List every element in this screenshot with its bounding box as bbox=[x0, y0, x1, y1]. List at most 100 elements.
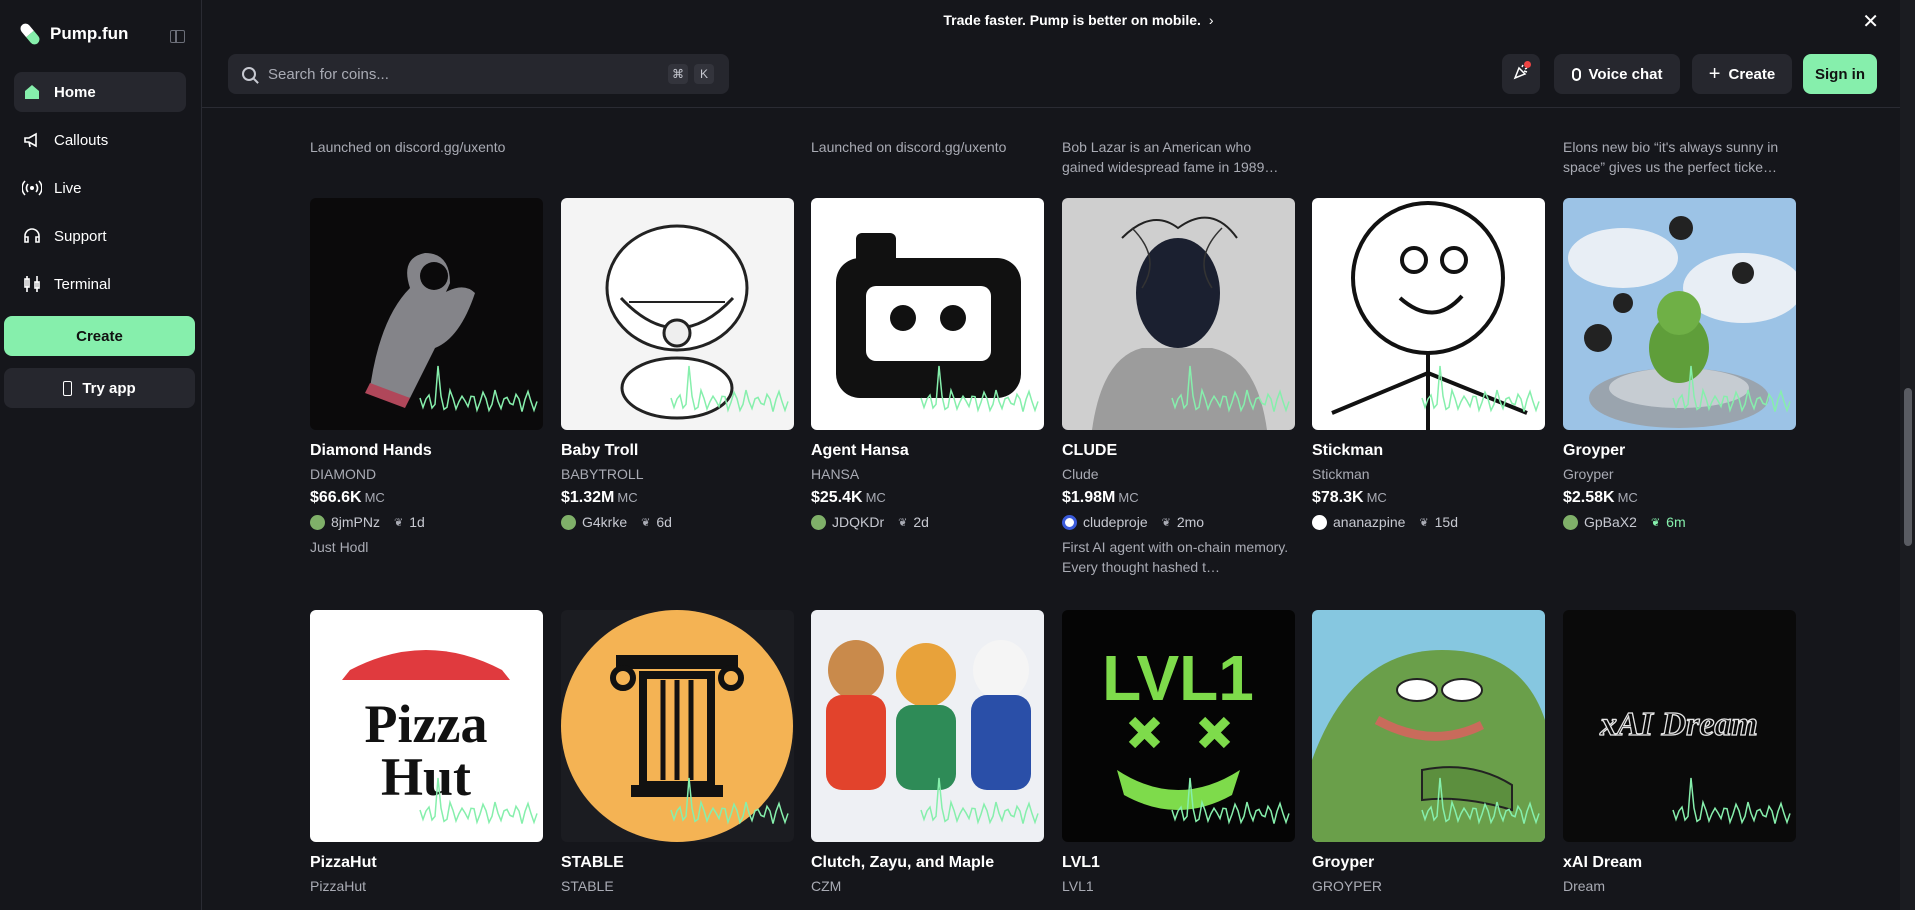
coin-card-diamond-hands[interactable]: Diamond Hands DIAMOND $66.6K MC 8jmPNz ❦ … bbox=[310, 198, 543, 557]
creator-name[interactable]: GpBaX2 bbox=[1584, 514, 1637, 530]
broadcast-icon bbox=[22, 178, 42, 198]
phone-icon bbox=[63, 380, 73, 396]
creator-name[interactable]: JDQKDr bbox=[832, 514, 884, 530]
coin-thumbnail bbox=[811, 610, 1044, 842]
sprout-icon: ❦ bbox=[898, 516, 908, 529]
market-cap-unit: MC bbox=[617, 490, 638, 505]
creator-name[interactable]: ananazpine bbox=[1333, 514, 1405, 530]
candles-icon bbox=[22, 274, 42, 294]
coin-description: Elons new bio “it's always sunny in spac… bbox=[1563, 139, 1779, 175]
sidebar-collapse-icon[interactable] bbox=[170, 30, 185, 43]
create-coin-button[interactable]: + Create bbox=[1692, 54, 1792, 94]
coin-age: 2d bbox=[913, 514, 929, 530]
coin-ticker: BABYTROLL bbox=[561, 466, 644, 482]
coin-card-baby-troll[interactable]: Baby Troll BABYTROLL $1.32M MC G4krke ❦ 6… bbox=[561, 198, 794, 537]
coin-ticker: Clude bbox=[1062, 466, 1099, 482]
sprout-icon: ❦ bbox=[394, 516, 404, 529]
k-key-hint: K bbox=[694, 64, 714, 84]
search-bar[interactable]: ⌘ K bbox=[228, 54, 729, 94]
market-cap: $1.98M MC bbox=[1062, 489, 1295, 507]
coin-name: LVL1 bbox=[1062, 854, 1100, 871]
creator-name[interactable]: cludeproje bbox=[1083, 514, 1148, 530]
coin-name: Agent Hansa bbox=[811, 442, 909, 459]
microphone-icon bbox=[1571, 67, 1581, 81]
mobile-banner[interactable]: Trade faster. Pump is better on mobile. … bbox=[202, 0, 1915, 40]
coin-ticker: GROYPER bbox=[1312, 878, 1383, 894]
sidebar-item-terminal[interactable]: Terminal bbox=[14, 264, 186, 304]
scroll-thumb[interactable] bbox=[1904, 388, 1912, 546]
coin-meta: G4krke ❦ 6d bbox=[561, 514, 794, 530]
market-cap: $66.6K MC bbox=[310, 489, 543, 507]
coin-name: Groyper bbox=[1563, 442, 1626, 459]
creator-name[interactable]: 8jmPNz bbox=[331, 514, 380, 530]
coin-card-stickman[interactable]: Stickman Stickman $78.3K MC ananazpine ❦ … bbox=[1312, 198, 1545, 537]
hut-logo-text: Hut bbox=[381, 747, 471, 807]
page-scrollbar[interactable] bbox=[1900, 0, 1915, 910]
close-icon[interactable]: ✕ bbox=[1862, 9, 1879, 34]
market-cap: $1.32M MC bbox=[561, 489, 794, 507]
coin-ticker: Groyper bbox=[1563, 466, 1614, 482]
coin-card-pizzahut[interactable]: Pizza Hut PizzaHut PizzaHut bbox=[310, 610, 543, 894]
sprout-icon: ❦ bbox=[1419, 516, 1429, 529]
notifications-button[interactable] bbox=[1502, 54, 1540, 94]
price-sparkline bbox=[1672, 777, 1791, 825]
coin-thumbnail bbox=[561, 610, 794, 842]
market-cap-value: $25.4K bbox=[811, 489, 863, 506]
sprout-icon: ❦ bbox=[1161, 516, 1171, 529]
creator-name[interactable]: G4krke bbox=[582, 514, 627, 530]
avatar bbox=[561, 514, 576, 530]
sprout-icon: ❦ bbox=[1650, 516, 1661, 529]
app-root: Pump.fun Home Callouts Live Support Term… bbox=[0, 0, 1915, 910]
headset-icon bbox=[22, 226, 42, 246]
coin-card-groyper-2[interactable]: Groyper GROYPER bbox=[1312, 610, 1545, 894]
market-cap-unit: MC bbox=[1617, 490, 1638, 505]
coin-age: 6d bbox=[656, 514, 672, 530]
avatar bbox=[811, 514, 826, 530]
cmd-key-icon: ⌘ bbox=[668, 64, 688, 84]
price-sparkline bbox=[1421, 365, 1540, 413]
lvl1-logo-text: LVL1 bbox=[1102, 642, 1254, 714]
sidebar-item-live[interactable]: Live bbox=[14, 168, 186, 208]
sign-in-button[interactable]: Sign in bbox=[1803, 54, 1877, 94]
coin-age: 2mo bbox=[1176, 514, 1205, 530]
coin-description: Bob Lazar is an American who gained wide… bbox=[1062, 139, 1279, 175]
coin-card-xai-dream[interactable]: xAI Dream xAI Dream Dream bbox=[1563, 610, 1796, 894]
sidebar-item-home[interactable]: Home bbox=[14, 72, 186, 112]
avatar bbox=[310, 514, 325, 530]
sidebar-create-button[interactable]: Create bbox=[4, 316, 195, 356]
pizza-logo-text: Pizza bbox=[365, 694, 488, 754]
coin-name: Groyper bbox=[1312, 854, 1375, 871]
coin-card-agent-hansa[interactable]: Agent Hansa HANSA $25.4K MC JDQKDr ❦ 2d bbox=[811, 198, 1044, 537]
sidebar-item-label: Home bbox=[54, 83, 96, 101]
voice-chat-button[interactable]: Voice chat bbox=[1554, 54, 1680, 94]
brand-name: Pump.fun bbox=[50, 24, 129, 43]
coin-card-groyper[interactable]: Groyper Groyper $2.58K MC GpBaX2 ❦ 6m bbox=[1563, 198, 1796, 537]
sidebar-item-callouts[interactable]: Callouts bbox=[14, 120, 186, 160]
search-input[interactable] bbox=[268, 65, 648, 83]
coin-thumbnail bbox=[811, 198, 1044, 430]
market-cap-value: $1.32M bbox=[561, 489, 615, 506]
coin-name: Diamond Hands bbox=[310, 442, 432, 459]
market-cap-unit: MC bbox=[1366, 490, 1387, 505]
sidebar-item-support[interactable]: Support bbox=[14, 216, 186, 256]
create-label: Create bbox=[1728, 65, 1776, 83]
coin-card-clude[interactable]: CLUDE Clude $1.98M MC cludeproje ❦ 2mo Fi… bbox=[1062, 198, 1295, 577]
try-app-button[interactable]: Try app bbox=[4, 368, 195, 408]
coin-name: PizzaHut bbox=[310, 854, 377, 871]
logo[interactable]: Pump.fun bbox=[18, 21, 129, 47]
coin-ticker: Dream bbox=[1563, 878, 1606, 894]
coin-grid: Launched on discord.gg/uxento Launched o… bbox=[202, 108, 1900, 910]
coin-age: 15d bbox=[1434, 514, 1458, 530]
coin-ticker: STABLE bbox=[561, 878, 614, 894]
coin-card-stable[interactable]: STABLE STABLE bbox=[561, 610, 794, 894]
coin-card-lvl1[interactable]: LVL1 LVL1 LVL1 bbox=[1062, 610, 1295, 894]
sidebar-item-label: Live bbox=[54, 179, 82, 197]
search-icon bbox=[242, 67, 256, 81]
coin-thumbnail: LVL1 bbox=[1062, 610, 1295, 842]
coin-card-czm[interactable]: Clutch, Zayu, and Maple CZM bbox=[811, 610, 1044, 894]
chevron-right-icon: › bbox=[1208, 12, 1214, 28]
market-cap: $78.3K MC bbox=[1312, 489, 1545, 507]
banner-text: Trade faster. Pump is better on mobile. bbox=[943, 12, 1201, 28]
coin-name: STABLE bbox=[561, 854, 624, 871]
coin-age: 6m bbox=[1666, 514, 1686, 530]
